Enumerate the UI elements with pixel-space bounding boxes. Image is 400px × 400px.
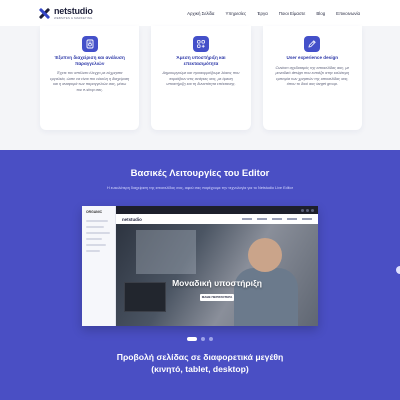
editor-section-subtitle: Η ευκολότερη διαχείριση της ιστοσελίδας … [107,186,293,190]
nav-link-contact[interactable]: Επικοινωνία [336,11,360,16]
feature-card-title: Έξυπνη διαχείριση και ανάλυση παραγγελιώ… [54,55,125,66]
person-image [234,268,298,326]
feature-card-title: Άμεση υποστήριξη και επεκτασιμότητα [176,55,226,66]
feature-card-title: User experience design [286,55,339,60]
nav-link-projects[interactable]: Έργα [257,11,268,16]
logo-name: netstudio [54,5,93,16]
preview-navbar: netstudio [116,214,318,224]
logo-mark-icon [38,7,51,20]
nav-link-blog[interactable]: Blog [316,11,325,16]
editor-sidebar-brand: ORGANIC [86,210,103,214]
preview-hero-button: ΜΑΘΕ ΠΕΡΙΣΣΟΤΕΡΑ [200,294,234,301]
feature-cards: Έξυπνη διαχείριση και ανάλυση παραγγελιώ… [40,26,362,130]
preview-hero-headline: Μοναδική υποστήριξη [172,278,262,288]
pen-edit-icon [304,36,321,52]
feature-card-support: Άμεση υποστήριξη και επεκτασιμότητα Δημι… [151,26,251,130]
editor-section: Βασικές Λειτουργίες του Editor Η ευκολότ… [0,150,400,400]
apps-plus-icon [192,36,209,52]
feature-card-text: Custom σχεδιασμός της ιστοσελίδας σας, μ… [275,65,350,87]
responsive-title-line2: (κινητό, tablet, desktop) [151,364,249,375]
site-logo[interactable]: netstudio WEBSITES & MARKETING [38,5,93,20]
page: netstudio WEBSITES & MARKETING Αρχική Σε… [0,0,400,400]
nav-link-services[interactable]: Υπηρεσίες [225,11,246,16]
document-cart-icon [81,36,98,52]
carousel-dot-3[interactable] [209,337,213,341]
feature-card-ux: User experience design Custom σχεδιασμός… [262,26,362,130]
editor-section-title: Βασικές Λειτουργίες του Editor [130,168,270,179]
feature-card-orders: Έξυπνη διαχείριση και ανάλυση παραγγελιώ… [40,26,140,130]
nav-link-home[interactable]: Αρχική Σελίδα [187,11,214,16]
logo-tagline: WEBSITES & MARKETING [54,15,93,20]
scroll-handle[interactable] [396,266,400,274]
editor-sidebar: ORGANIC [82,206,116,326]
editor-screenshot: ORGANIC netstudio Μοναδική υποστήριξη ΜΑ… [82,206,318,326]
responsive-section-title: Προβολή σελίδας σε διαφορετικά μεγέθη (κ… [0,351,400,376]
carousel-dots [0,337,400,341]
carousel-dot-1[interactable] [187,337,197,341]
responsive-title-line1: Προβολή σελίδας σε διαφορετικά μεγέθη [116,352,284,362]
preview-logo: netstudio [122,216,142,222]
editor-topbar [116,206,318,214]
carousel-dot-2[interactable] [201,337,205,341]
nav-link-about[interactable]: Ποιοι Είμαστε [279,11,306,16]
site-header: netstudio WEBSITES & MARKETING Αρχική Σε… [0,0,400,26]
feature-card-text: Έχετε τον απόλυτο έλεγχο με εύχρηστα εργ… [50,71,130,92]
main-nav: Αρχική Σελίδα Υπηρεσίες Έργα Ποιοι Είμασ… [187,11,360,16]
person-head-image [248,238,282,272]
preview-hero: Μοναδική υποστήριξη ΜΑΘΕ ΠΕΡΙΣΣΟΤΕΡΑ [116,224,318,326]
feature-card-text: Δημιουργούμε και προσαρμόζουμε λύσεις πο… [162,71,240,87]
